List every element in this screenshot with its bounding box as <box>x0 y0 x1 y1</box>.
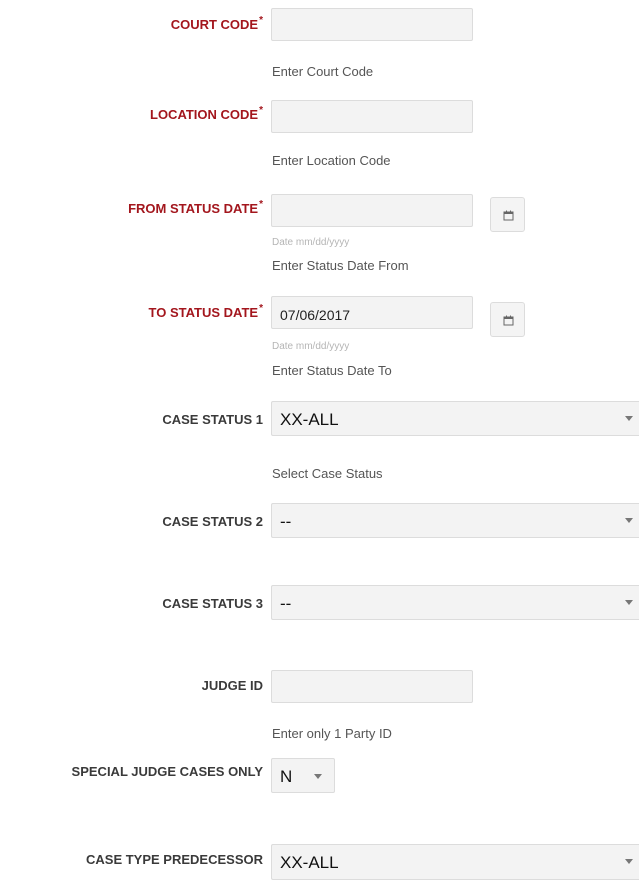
from-status-date-label-text: FROM STATUS DATE <box>128 201 259 216</box>
case-status-2-value: -- <box>280 512 292 531</box>
to-status-date-input[interactable]: 07/06/2017 <box>271 296 473 329</box>
calendar-icon <box>503 315 514 326</box>
required-mark: * <box>259 105 263 116</box>
chevron-down-icon <box>625 600 633 605</box>
case-type-predecessor-value: XX-ALL <box>280 853 339 872</box>
location-code-label-text: LOCATION CODE <box>150 107 259 122</box>
case-status-3-value: -- <box>280 594 292 613</box>
location-code-input[interactable] <box>271 100 473 133</box>
judge-id-help: Enter only 1 Party ID <box>272 726 392 741</box>
from-status-date-help: Enter Status Date From <box>272 258 409 273</box>
required-mark: * <box>259 303 263 314</box>
chevron-down-icon <box>625 416 633 421</box>
calendar-icon <box>503 210 514 221</box>
case-status-1-select[interactable]: XX-ALL <box>271 401 639 436</box>
court-code-label-text: COURT CODE <box>170 17 259 32</box>
special-judge-cases-only-label: SPECIAL JUDGE CASES ONLY <box>71 764 263 779</box>
location-code-help: Enter Location Code <box>272 153 391 168</box>
court-code-input[interactable] <box>271 8 473 41</box>
case-type-predecessor-label: CASE TYPE PREDECESSOR <box>86 852 263 867</box>
chevron-down-icon <box>314 774 322 779</box>
to-status-date-help: Enter Status Date To <box>272 363 392 378</box>
case-status-2-label: CASE STATUS 2 <box>162 514 263 529</box>
location-code-label: LOCATION CODE* <box>3 105 263 122</box>
case-status-3-select[interactable]: -- <box>271 585 639 620</box>
from-status-date-input[interactable] <box>271 194 473 227</box>
from-date-calendar-button[interactable] <box>490 197 525 232</box>
from-status-date-label: FROM STATUS DATE* <box>3 199 263 216</box>
required-mark: * <box>259 15 263 26</box>
judge-id-input[interactable] <box>271 670 473 703</box>
court-code-help: Enter Court Code <box>272 64 374 79</box>
to-date-calendar-button[interactable] <box>490 302 525 337</box>
case-type-predecessor-select[interactable]: XX-ALL <box>271 844 639 880</box>
to-status-date-label: TO STATUS DATE* <box>3 303 263 320</box>
special-judge-cases-only-select[interactable]: N <box>271 758 335 793</box>
to-date-format-hint: Date mm/dd/yyyy <box>272 341 350 352</box>
case-status-1-label: CASE STATUS 1 <box>162 412 263 427</box>
chevron-down-icon <box>625 518 633 523</box>
judge-id-label: JUDGE ID <box>201 678 263 693</box>
case-status-2-select[interactable]: -- <box>271 503 639 538</box>
to-status-date-label-text: TO STATUS DATE <box>148 305 259 320</box>
case-status-3-label: CASE STATUS 3 <box>162 596 263 611</box>
court-code-label: COURT CODE* <box>3 15 263 32</box>
case-status-1-value: XX-ALL <box>280 410 339 429</box>
special-judge-cases-only-value: N <box>280 767 293 786</box>
case-status-help: Select Case Status <box>272 466 383 481</box>
chevron-down-icon <box>625 859 633 864</box>
required-mark: * <box>259 199 263 210</box>
from-date-format-hint: Date mm/dd/yyyy <box>272 237 350 248</box>
